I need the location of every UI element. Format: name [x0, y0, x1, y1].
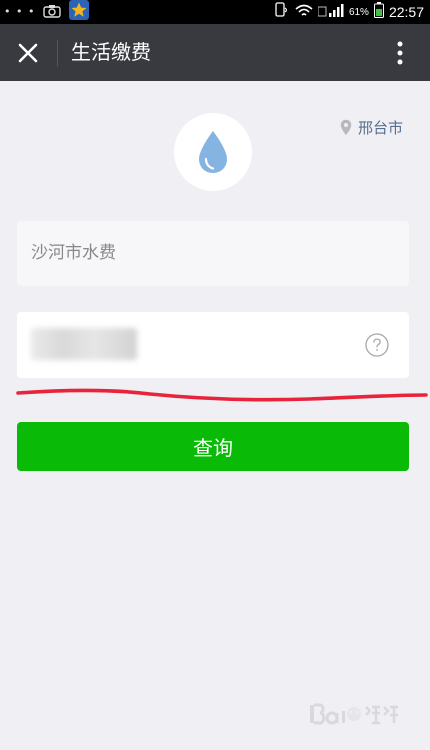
battery-icon	[373, 2, 384, 22]
page-title: 生活缴费	[71, 40, 151, 64]
header-divider	[57, 40, 58, 66]
status-bar: • • • 61% 22:57	[0, 0, 430, 24]
location-pin-icon	[340, 119, 352, 135]
status-left: • • •	[4, 0, 90, 24]
phone-screen-icon	[274, 2, 290, 22]
more-vertical-icon	[397, 41, 403, 65]
blurred-account-number	[31, 328, 137, 360]
status-right: 61% 22:57	[274, 0, 424, 24]
wifi-icon	[295, 3, 313, 22]
location-city: 邢台市	[357, 118, 403, 137]
camera-icon	[43, 3, 62, 22]
more-menu-button[interactable]	[382, 33, 418, 73]
close-button[interactable]	[8, 33, 48, 73]
annotation-underline	[16, 388, 428, 402]
company-selector[interactable]: 沙河市水费	[17, 221, 409, 286]
question-circle-icon	[365, 333, 389, 357]
battery-percent: 61%	[348, 6, 369, 18]
close-icon	[18, 43, 38, 63]
app-header: 生活缴费	[0, 24, 430, 81]
baidu-watermark-logo	[310, 703, 398, 725]
location-selector[interactable]: 邢台市	[340, 117, 403, 137]
company-name: 沙河市水费	[31, 243, 116, 263]
service-logo	[174, 113, 252, 191]
query-button[interactable]: 查询	[17, 422, 409, 471]
water-drop-icon	[199, 131, 227, 173]
signal-icon	[317, 3, 344, 22]
help-button[interactable]	[365, 333, 389, 357]
status-clock: 22:57	[388, 4, 424, 20]
baidu-watermark	[310, 701, 400, 727]
notification-dots: • • •	[4, 5, 36, 18]
account-input-field[interactable]	[17, 312, 409, 378]
app-star-icon	[69, 0, 90, 24]
query-button-label: 查询	[193, 436, 233, 460]
